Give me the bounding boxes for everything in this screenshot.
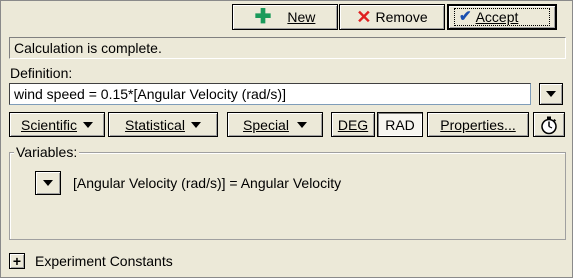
variable-dropdown-button[interactable] <box>35 171 61 195</box>
variable-mapping-text: [Angular Velocity (rad/s)] = Angular Vel… <box>73 175 342 191</box>
accept-label: Accept <box>475 9 519 25</box>
plus-icon: ✚ <box>254 6 272 28</box>
new-button[interactable]: ✚ New <box>232 4 338 30</box>
timer-button[interactable] <box>533 112 565 137</box>
rad-button[interactable]: RAD <box>377 112 423 137</box>
statistical-menu-button[interactable]: Statistical <box>108 112 218 137</box>
rad-label: RAD <box>385 116 415 133</box>
scientific-menu-button[interactable]: Scientific <box>9 112 105 137</box>
check-icon: ✔ <box>459 8 472 25</box>
chevron-down-icon <box>83 121 94 128</box>
scientific-label: Scientific <box>20 116 78 133</box>
variables-group <box>9 152 566 240</box>
x-icon: ✕ <box>356 7 372 27</box>
properties-button[interactable]: Properties... <box>427 112 529 137</box>
definition-label: Definition: <box>10 65 73 81</box>
accept-button[interactable]: ✔ Accept <box>447 4 557 30</box>
chevron-down-icon <box>190 121 201 128</box>
properties-label: Properties... <box>440 116 516 133</box>
remove-button[interactable]: ✕ Remove <box>339 4 445 30</box>
status-text: Calculation is complete. <box>9 37 566 59</box>
chevron-down-icon <box>43 180 53 186</box>
experiment-constants-expand-button[interactable]: + <box>9 253 25 269</box>
chevron-down-icon <box>296 121 307 128</box>
stopwatch-icon <box>541 116 557 134</box>
remove-label: Remove <box>375 9 428 25</box>
new-label: New <box>287 9 316 25</box>
variables-label: Variables: <box>14 144 80 160</box>
chevron-down-icon <box>546 91 556 97</box>
special-label: Special <box>243 116 289 133</box>
special-menu-button[interactable]: Special <box>227 112 323 137</box>
plus-expand-icon: + <box>12 253 22 269</box>
definition-input[interactable]: wind speed = 0.15*[Angular Velocity (rad… <box>9 83 531 105</box>
deg-button[interactable]: DEG <box>331 112 375 137</box>
calculation-panel: ✚ New ✕ Remove ✔ Accept Calculation is c… <box>0 0 573 278</box>
definition-dropdown-button[interactable] <box>539 83 563 105</box>
statistical-label: Statistical <box>125 116 185 133</box>
experiment-constants-label: Experiment Constants <box>35 253 173 269</box>
deg-label: DEG <box>337 116 369 133</box>
